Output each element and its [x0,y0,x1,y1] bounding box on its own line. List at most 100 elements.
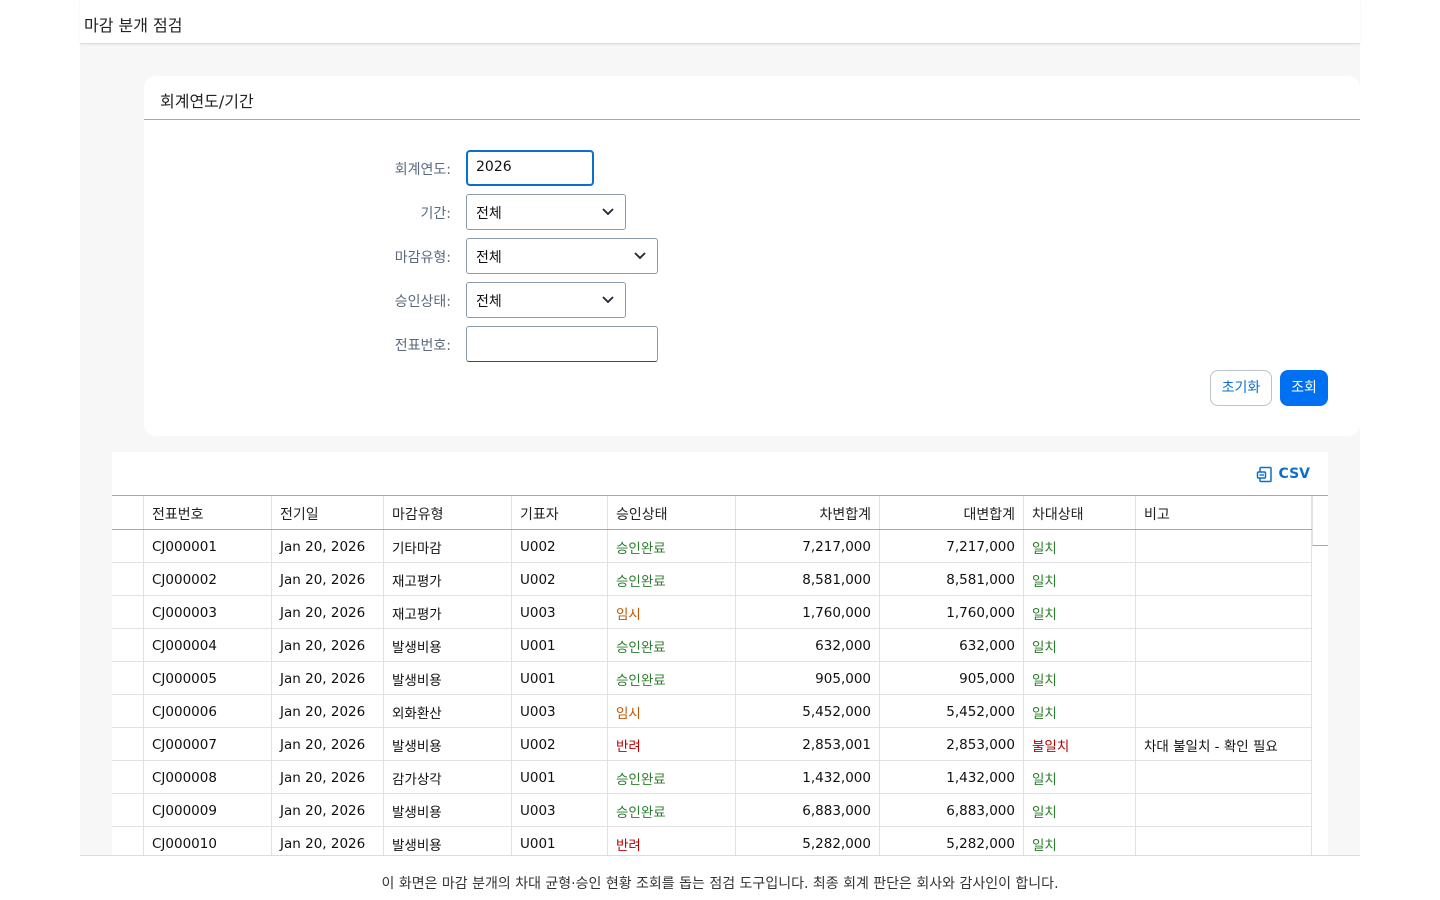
voucher-input[interactable] [466,326,658,362]
table-cell: 감가상각 [384,761,512,793]
column-header[interactable]: 비고 [1136,496,1312,529]
table-row[interactable]: CJ000005 Jan 20, 2026 발생비용 U001 승인완료 905,000 9… [112,662,1312,695]
table-cell: 일치 [1024,761,1136,793]
row-selector[interactable] [112,761,144,793]
table-cell: U003 [512,596,608,628]
period-row: 기간: 전체 [144,194,1360,230]
csv-label: CSV [1278,466,1310,482]
column-header[interactable]: 대변합계 [880,496,1024,529]
row-selector[interactable] [112,662,144,694]
table-cell: 1,760,000 [736,596,880,628]
closing-type-row: 마감유형: 전체 [144,238,1360,274]
table-cell: 승인완료 [608,662,736,694]
table-cell: 승인완료 [608,629,736,661]
closing-type-label: 마감유형: [394,250,451,266]
closing-type-select[interactable]: 전체 [466,238,658,274]
period-select[interactable]: 전체 [466,194,626,230]
column-header[interactable]: 마감유형 [384,496,512,529]
table-cell: CJ000002 [144,563,272,595]
row-selector[interactable] [112,794,144,826]
chevron-down-icon [602,208,614,216]
table-cell: 일치 [1024,530,1136,562]
table-cell: 905,000 [880,662,1024,694]
closing-type-select-value: 전체 [476,250,502,266]
column-header[interactable]: 승인상태 [608,496,736,529]
table-cell: 일치 [1024,695,1136,727]
voucher-label: 전표번호: [394,338,451,354]
table-cell: U002 [512,563,608,595]
table-row[interactable]: CJ000006 Jan 20, 2026 외화환산 U003 임시 5,452,000 5… [112,695,1312,728]
table-cell [1136,530,1312,562]
table-cell: CJ000009 [144,794,272,826]
table-cell: U002 [512,728,608,760]
table-cell: 일치 [1024,563,1136,595]
table-header-row: 전표번호 전기일 마감유형 기표자 승인상태 차변합계 대변합계 차대상태 비고 [112,496,1312,530]
table-cell [1136,662,1312,694]
table-cell: 일치 [1024,596,1136,628]
table-cell: 5,452,000 [736,695,880,727]
column-header[interactable]: 전표번호 [144,496,272,529]
table-row[interactable]: CJ000001 Jan 20, 2026 기타마감 U002 승인완료 7,217,00… [112,530,1312,563]
results-table-panel: CSV 전표번호 전기일 마감유형 기표자 승인상태 차변합계 대변합계 차대상태 비고 CJ00… [112,452,1328,900]
period-label: 기간: [420,206,451,222]
reset-button[interactable]: 초기화 [1210,370,1272,406]
table-cell: CJ000007 [144,728,272,760]
approval-label: 승인상태: [394,294,451,310]
row-selector[interactable] [112,629,144,661]
table-row[interactable]: CJ000003 Jan 20, 2026 재고평가 U003 임시 1,760,000 1… [112,596,1312,629]
table-cell: CJ000004 [144,629,272,661]
approval-select[interactable]: 전체 [466,282,626,318]
search-button[interactable]: 조회 [1280,370,1328,406]
table-cell: Jan 20, 2026 [272,563,384,595]
row-selector[interactable] [112,695,144,727]
page-title: 마감 분개 점검 [84,16,183,35]
table-row[interactable]: CJ000008 Jan 20, 2026 감가상각 U001 승인완료 1,432,00… [112,761,1312,794]
table-cell [1136,761,1312,793]
table-cell: U001 [512,662,608,694]
table-cell: Jan 20, 2026 [272,695,384,727]
table-cell: 6,883,000 [880,794,1024,826]
scrollbar[interactable] [1312,496,1328,546]
column-header[interactable]: 차대상태 [1024,496,1136,529]
approval-row: 승인상태: 전체 [144,282,1360,318]
voucher-row: 전표번호: [144,326,1360,362]
table-cell [1136,629,1312,661]
table-cell: 발생비용 [384,629,512,661]
table-cell: U003 [512,794,608,826]
table-cell: 발생비용 [384,728,512,760]
column-header[interactable]: 전기일 [272,496,384,529]
table-cell: CJ000005 [144,662,272,694]
table-cell: 반려 [608,728,736,760]
period-select-value: 전체 [476,206,502,222]
filter-section-title: 회계연도/기간 [144,76,1360,120]
table-cell: Jan 20, 2026 [272,728,384,760]
results-grid: 전표번호 전기일 마감유형 기표자 승인상태 차변합계 대변합계 차대상태 비고 CJ000001… [112,496,1312,860]
table-cell: 2,853,000 [880,728,1024,760]
fiscal-year-input[interactable]: 2026 [466,150,594,186]
table-cell: 1,432,000 [880,761,1024,793]
row-selector[interactable] [112,563,144,595]
table-toolbar: CSV [112,452,1328,496]
column-header[interactable]: 차변합계 [736,496,880,529]
fiscal-year-label: 회계연도: [394,162,451,178]
table-cell: 승인완료 [608,794,736,826]
table-row[interactable]: CJ000007 Jan 20, 2026 발생비용 U002 반려 2,853,001 2… [112,728,1312,761]
table-cell: 6,883,000 [736,794,880,826]
approval-select-value: 전체 [476,294,502,310]
table-cell: 7,217,000 [880,530,1024,562]
table-cell: Jan 20, 2026 [272,629,384,661]
export-document-icon [1256,466,1272,482]
table-cell: 승인완료 [608,563,736,595]
table-cell: U003 [512,695,608,727]
table-row[interactable]: CJ000002 Jan 20, 2026 재고평가 U002 승인완료 8,581,00… [112,563,1312,596]
table-cell: 1,760,000 [880,596,1024,628]
row-selector[interactable] [112,596,144,628]
csv-export-button[interactable]: CSV [1256,464,1310,484]
row-selector[interactable] [112,728,144,760]
table-cell: 기타마감 [384,530,512,562]
table-row[interactable]: CJ000009 Jan 20, 2026 발생비용 U003 승인완료 6,883,00… [112,794,1312,827]
disclaimer-footer: 이 화면은 마감 분개의 차대 균형·승인 현황 조회를 돕는 점검 도구입니다… [80,855,1360,900]
row-selector[interactable] [112,530,144,562]
column-header[interactable]: 기표자 [512,496,608,529]
table-row[interactable]: CJ000004 Jan 20, 2026 발생비용 U001 승인완료 632,000 6… [112,629,1312,662]
